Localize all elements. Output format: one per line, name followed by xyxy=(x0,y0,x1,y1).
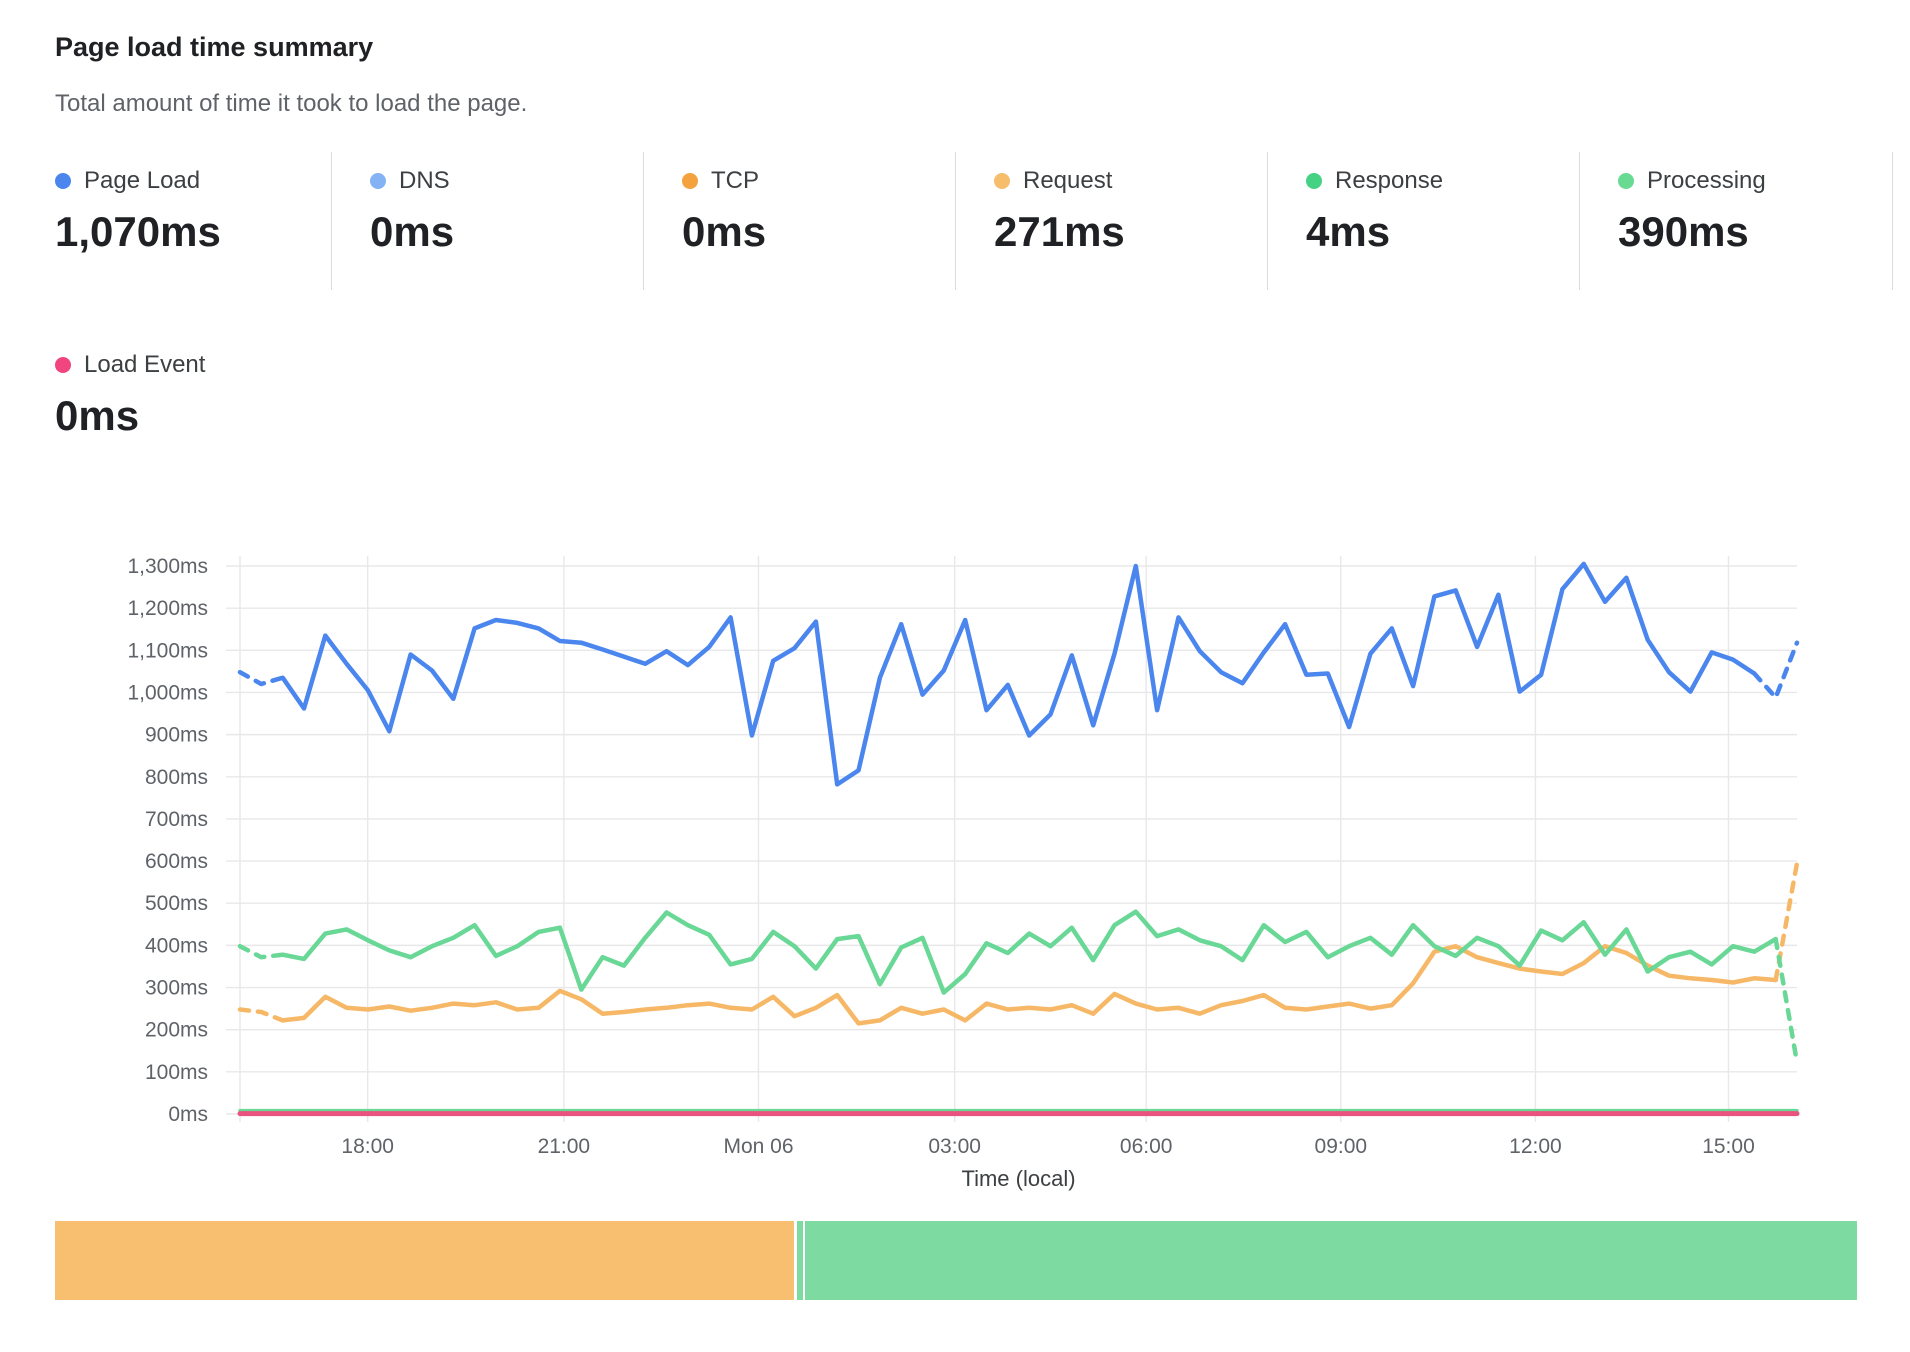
series-line-request-dashed xyxy=(240,1010,283,1021)
series-line-request xyxy=(283,946,1776,1023)
x-axis-tick-label: 15:00 xyxy=(1702,1135,1755,1158)
y-axis-tick-label: 600ms xyxy=(145,850,208,873)
x-axis-tick-label: 21:00 xyxy=(538,1135,591,1158)
y-axis-tick-label: 0ms xyxy=(168,1103,208,1126)
bar-segment-processing-share xyxy=(805,1221,1856,1300)
series-line-processing-dashed xyxy=(240,946,283,957)
page-load-summary-panel: { "header": { "title": "Page load time s… xyxy=(0,0,1910,1352)
y-axis-tick-label: 900ms xyxy=(145,724,208,747)
y-axis-tick-label: 800ms xyxy=(145,766,208,789)
y-axis-tick-label: 300ms xyxy=(145,977,208,1000)
y-axis-tick-label: 200ms xyxy=(145,1019,208,1042)
y-axis-tick-label: 1,200ms xyxy=(127,597,208,620)
x-axis-tick-label: 12:00 xyxy=(1509,1135,1562,1158)
y-axis-tick-label: 1,100ms xyxy=(127,639,208,662)
x-axis-title: Time (local) xyxy=(961,1166,1075,1191)
series-line-processing xyxy=(283,912,1776,993)
x-axis-tick-label: 03:00 xyxy=(928,1135,981,1158)
x-axis-tick-label: 18:00 xyxy=(341,1135,394,1158)
y-axis-tick-label: 400ms xyxy=(145,934,208,957)
series-line-processing-dashed xyxy=(1776,939,1797,1063)
series-line-page-load xyxy=(283,564,1755,785)
y-axis-tick-label: 1,300ms xyxy=(127,555,208,578)
y-axis-tick-label: 700ms xyxy=(145,808,208,831)
y-axis-tick-label: 1,000ms xyxy=(127,681,208,704)
x-axis-tick-label: 06:00 xyxy=(1120,1135,1173,1158)
series-line-page-load-dashed xyxy=(240,672,283,684)
timing-breakdown-bar[interactable] xyxy=(55,1221,1857,1300)
bar-segment-request-share xyxy=(55,1221,794,1300)
page-load-time-chart: 0ms 100ms 200ms 300ms 400ms 500ms 600ms 700ms 80… xyxy=(0,0,1910,1352)
x-axis-tick-label: Mon 06 xyxy=(723,1135,793,1158)
y-axis-tick-label: 100ms xyxy=(145,1061,208,1084)
y-axis-tick-label: 500ms xyxy=(145,892,208,915)
x-axis-tick-label: 09:00 xyxy=(1315,1135,1368,1158)
